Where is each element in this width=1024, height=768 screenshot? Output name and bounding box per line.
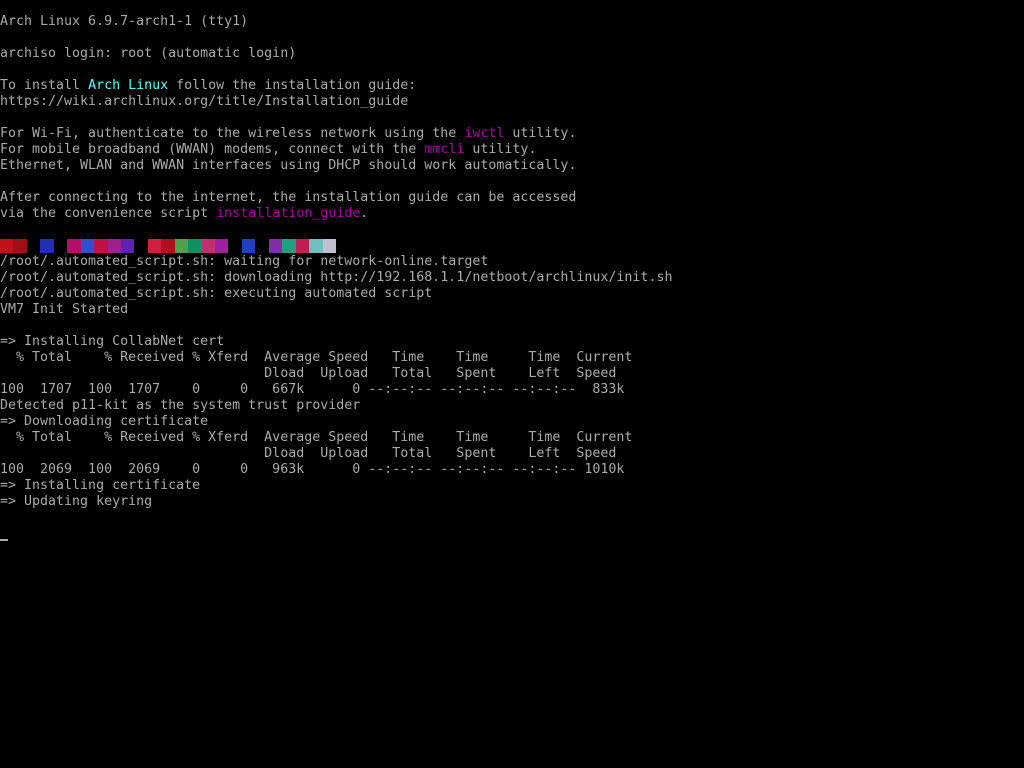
wwan-prefix: For mobile broadband (WWAN) modems, conn… [0,142,425,157]
noise-segment [255,239,269,253]
noise-segment [215,239,229,253]
noise-segment [309,239,323,253]
after-suffix: . [360,206,369,221]
collabnet-output-line: => Downloading certificate [0,414,209,429]
tty-console[interactable]: Arch Linux 6.9.7-arch1-1 (tty1) archiso … [0,0,1024,768]
collabnet-output-line: => Installing CollabNet cert [0,334,225,349]
collabnet-output: => Installing CollabNet cert % Total % R… [0,334,1024,510]
cursor-line [0,526,1024,542]
collabnet-output-line: Dload Upload Total Spent Left Speed [0,446,617,461]
noise-segment [53,239,68,253]
install-guide-line: To install Arch Linux follow the install… [0,78,1024,94]
kernel-banner: Arch Linux 6.9.7-arch1-1 (tty1) [0,14,249,29]
arch-linux-highlight: Arch Linux [88,78,169,93]
wifi-prefix: For Wi-Fi, authenticate to the wireless … [0,126,465,141]
noise-segment [120,239,135,253]
noise-segment [268,239,283,253]
collabnet-output-line: % Total % Received % Xferd Average Speed… [0,350,633,365]
wifi-line: For Wi-Fi, authenticate to the wireless … [0,126,1024,142]
text-cursor [0,539,8,541]
noise-segment [147,239,162,253]
after-connect-line-2: via the convenience script installation_… [0,206,1024,222]
collabnet-output-line: % Total % Received % Xferd Average Speed… [0,430,633,445]
script-output-line: /root/.automated_script.sh: waiting for … [0,254,489,269]
collabnet-output-line: => Updating keyring [0,494,153,509]
noise-segment [161,239,175,253]
install-guide-url: https://wiki.archlinux.org/title/Install… [0,94,409,109]
script-output-line: /root/.automated_script.sh: executing au… [0,286,433,301]
noise-segment [201,239,215,253]
collabnet-output-line: => Installing certificate [0,478,201,493]
script-output-line: VM7 Init Started [0,302,129,317]
noise-segment [40,239,54,253]
wwan-line: For mobile broadband (WWAN) modems, conn… [0,142,1024,158]
noise-segment [26,239,41,253]
login-line: archiso login: root (automatic login) [0,46,297,61]
mmcli-highlight: mmcli [424,142,465,157]
noise-segment [67,239,81,253]
noise-segment [228,239,242,253]
script-output: /root/.automated_script.sh: waiting for … [0,254,1024,318]
noise-segment [282,239,296,253]
after-connect-line-1: After connecting to the internet, the in… [0,190,577,205]
noise-segment [13,239,27,253]
iwctl-highlight: iwctl [464,126,505,141]
noise-segment [174,239,189,253]
collabnet-output-line: 100 2069 100 2069 0 0 963k 0 --:--:-- --… [0,462,625,477]
noise-segment [107,239,121,253]
noise-segment [134,239,148,253]
wwan-suffix: utility. [464,142,537,157]
ethernet-line: Ethernet, WLAN and WWAN interfaces using… [0,158,577,173]
noise-segment [295,239,310,253]
collabnet-output-line: Dload Upload Total Spent Left Speed [0,366,617,381]
after-prefix: via the convenience script [0,206,217,221]
install-prefix: To install [0,78,89,93]
installation-guide-highlight: installation_guide [216,206,361,221]
noise-segment [0,239,14,253]
install-suffix: follow the installation guide: [168,78,417,93]
noise-segment [80,239,95,253]
color-noise-bar [0,238,336,254]
noise-segment [241,239,256,253]
noise-segment [94,239,108,253]
noise-segment [322,239,336,253]
collabnet-output-line: Detected p11-kit as the system trust pro… [0,398,361,413]
script-output-line: /root/.automated_script.sh: downloading … [0,270,673,285]
noise-segment [188,239,202,253]
collabnet-output-line: 100 1707 100 1707 0 0 667k 0 --:--:-- --… [0,382,625,397]
wifi-suffix: utility. [504,126,577,141]
